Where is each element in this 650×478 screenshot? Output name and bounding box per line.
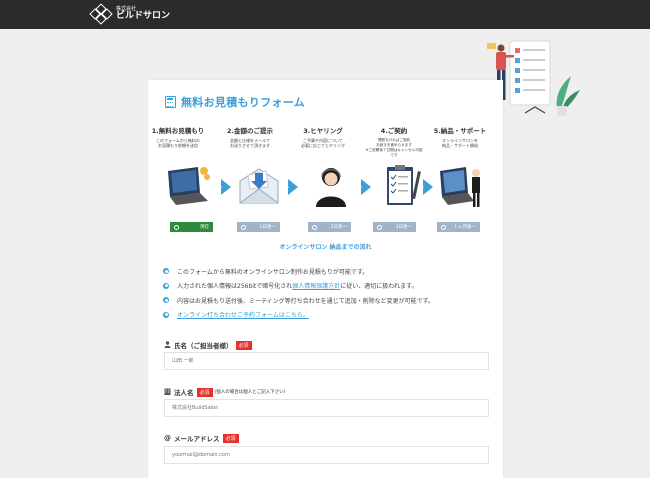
form-header: 無料お見積もりフォーム [165, 94, 305, 110]
clock-icon [377, 224, 382, 230]
step-1-description: このフォームから無料の お見積もり依頼を送信 [156, 138, 200, 149]
required-badge: 必須 [222, 433, 239, 443]
logo-mark-icon [89, 3, 113, 25]
step-4-title: 4.ご契約 [380, 127, 408, 135]
company-field-hint: (個人の場合は個人とご記入下さい) [214, 390, 286, 395]
step-5-title: 5.納品・サポート [433, 127, 487, 135]
step-2-description: 金額と仕様をメールで お送りさせて頂きます [230, 138, 270, 149]
clock-icon [312, 224, 317, 230]
estimate-form-card: 無料お見積もりフォーム 1.無料お見積もり 2.金額のご提示 3.ヒヤリング 4… [148, 80, 503, 478]
step-arrow-icon [284, 179, 298, 195]
name-input[interactable] [164, 352, 489, 370]
required-badge: 必須 [235, 340, 252, 350]
clock-icon [174, 224, 179, 230]
top-bar: 株式会社 ビルドサロン [0, 0, 650, 29]
clock-icon [241, 224, 246, 230]
email-envelope-icon [239, 168, 279, 204]
site-logo[interactable]: 株式会社 ビルドサロン [89, 3, 171, 25]
person-icon [164, 340, 171, 350]
step-arrow-icon [357, 179, 371, 195]
company-input[interactable] [164, 399, 489, 417]
step-4-description: 問題なければご契約 手続きを進めらせます ※ご依頼後７日間はキャンセル可能です [365, 138, 423, 157]
email-field-label: @ メールアドレス 必須 [164, 433, 239, 443]
operator-headset-icon [316, 168, 346, 207]
step-3-timing-badge: 2日後〜 [308, 222, 351, 232]
privacy-policy-link[interactable]: 個人情報保護方針 [292, 281, 340, 290]
bullet-icon [163, 311, 169, 318]
note-item: 入力された個人情報は256bitで暗号化され 個人情報保護方針 に従い、適切に扱われ… [163, 279, 434, 294]
note-item: 内容はお見積もり送付後、ミーティング等打ち合わせを通じて追加・削除など変更が可能… [163, 293, 434, 308]
step-4-timing-badge: 3日後〜 [373, 222, 416, 232]
at-icon: @ [164, 434, 171, 442]
logo-title: ビルドサロン [116, 11, 171, 21]
step-5-timing-badge: １ヶ月後〜 [437, 222, 480, 232]
note-item: このフォームから無料のオンラインサロン制作お見積もりが可能です。 [163, 264, 434, 279]
meeting-reservation-link[interactable]: オンライン打ち合わせご予約フォームはこちら。 [177, 310, 309, 319]
step-2-timing-badge: 1日後〜 [237, 222, 280, 232]
form-title: 無料お見積もりフォーム [181, 96, 305, 109]
building-icon [164, 388, 171, 397]
bullet-icon [163, 268, 169, 275]
step-1-title: 1.無料お見積もり [151, 127, 205, 135]
step-arrow-icon [419, 179, 433, 195]
step-5-description: オンラインサロンを 納品・サポート開始 [442, 138, 478, 149]
laptop-quote-icon [168, 167, 210, 205]
calculator-icon [165, 96, 176, 108]
step-2-title: 2.金額のご提示 [227, 127, 273, 135]
name-field-label: 氏名（ご担当者様） 必須 [164, 340, 252, 350]
note-item: オンライン打ち合わせご予約フォームはこちら。 [163, 308, 434, 323]
bullet-icon [163, 282, 169, 289]
company-field-label: 法人名 必須 (個人の場合は個人とご記入下さい) [164, 387, 286, 397]
step-3-description: ご予算や内容について 必要に応じてヒヤリング [301, 138, 345, 149]
email-input[interactable] [164, 446, 489, 464]
flow-caption: オンラインサロン 納品までの流れ [279, 244, 372, 251]
delivery-support-icon [440, 167, 480, 207]
bullet-icon [163, 297, 169, 304]
clock-icon [441, 224, 446, 230]
step-1-timing-badge: 現在 [170, 222, 213, 232]
notes-list: このフォームから無料のオンラインサロン制作お見積もりが可能です。 入力された個人… [163, 264, 434, 322]
step-3-title: 3.ヒヤリング [303, 127, 343, 135]
step-arrow-icon [217, 179, 231, 195]
required-badge: 必須 [196, 387, 213, 397]
